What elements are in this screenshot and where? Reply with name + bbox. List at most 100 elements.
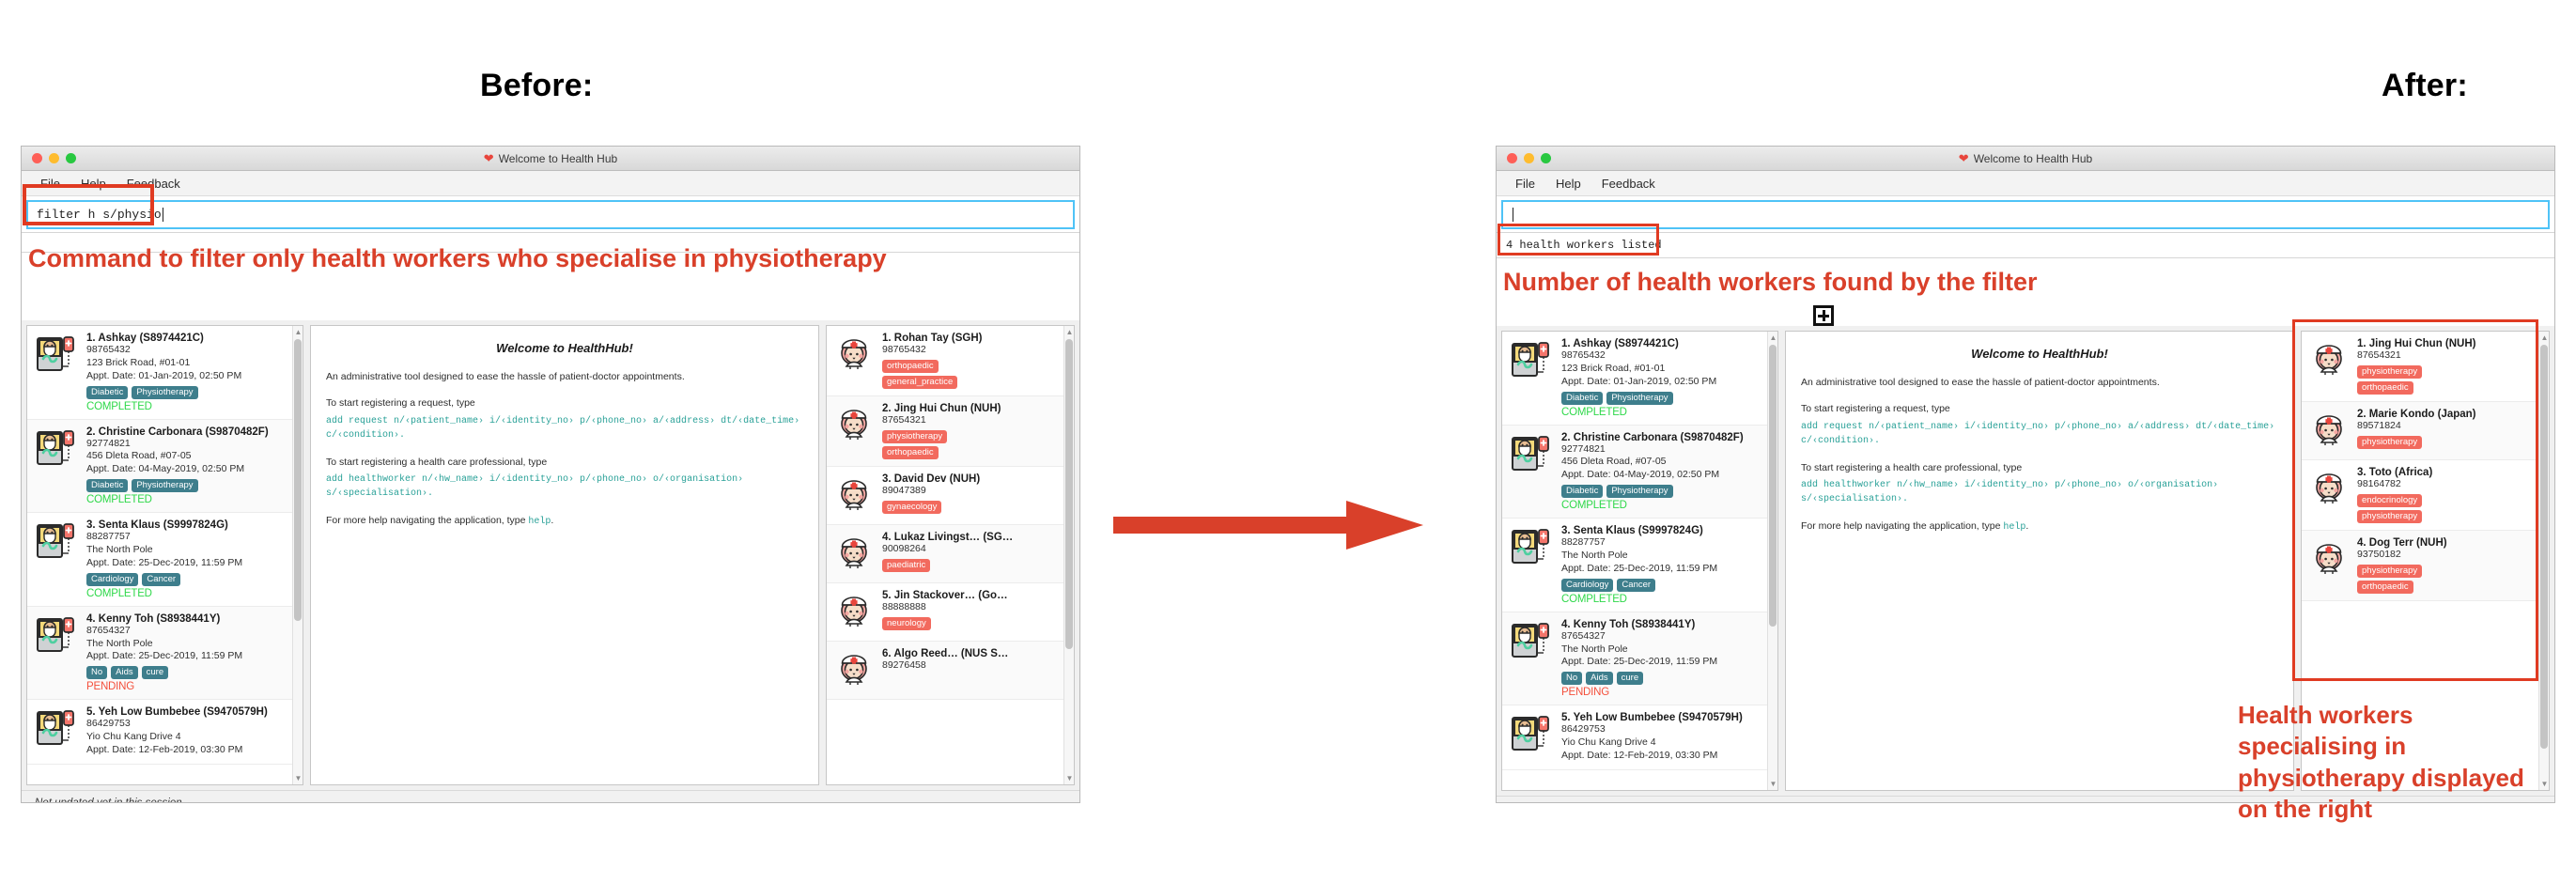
- scroll-up-icon[interactable]: ▲: [1769, 333, 1777, 342]
- menu-help[interactable]: Help: [1556, 177, 1581, 191]
- healthworker-card-body: 5. Jin Stackover… (Go… 88888888 neurology: [882, 590, 1066, 630]
- healthworker-list-scrollbar[interactable]: ▲ ▼: [1063, 326, 1074, 784]
- patient-list-pane[interactable]: 1. Ashkay (S8974421C) 98765432 123 Brick R…: [1501, 331, 1778, 791]
- menu-help[interactable]: Help: [81, 177, 106, 191]
- patient-address: Yio Chu Kang Drive 4: [1561, 736, 1656, 749]
- welcome-worker-lead: To start registering a health care profe…: [326, 456, 548, 468]
- patient-card[interactable]: 4. Kenny Toh (S8938441Y) 87654327 The Nort…: [27, 606, 303, 701]
- condition-tag: Cardiology: [1561, 578, 1614, 592]
- healthworker-card[interactable]: 4. Dog Terr (NUH) 93750182 physiotherapy or…: [2302, 530, 2549, 601]
- healthworker-card[interactable]: 3. David Dev (NUH) 89047389 gynaecology: [827, 466, 1074, 525]
- healthworker-name: 2. Marie Kondo (Japan): [2357, 408, 2476, 420]
- window-title-text: Welcome to Health Hub: [498, 151, 618, 165]
- condition-tag: Diabetic: [86, 479, 129, 493]
- welcome-title: Welcome to HealthHub!: [1971, 347, 2108, 361]
- healthworker-card[interactable]: 3. Toto (Africa) 98164782 endocrinology phy…: [2302, 459, 2549, 531]
- patient-card[interactable]: 1. Ashkay (S8974421C) 98765432 123 Brick R…: [27, 326, 303, 420]
- statusbar: Not updated yet in this session: [22, 790, 1079, 802]
- healthworker-phone: 87654321: [2357, 349, 2401, 361]
- specialisation-tag: paediatric: [882, 558, 931, 572]
- healthworker-card[interactable]: 2. Marie Kondo (Japan) 89571824 physiother…: [2302, 401, 2549, 460]
- patient-appt: Appt. Date: 01-Jan-2019, 02:50 PM: [86, 369, 242, 381]
- scroll-thumb[interactable]: [294, 339, 302, 621]
- appointment-status-badge: COMPLETED: [1561, 406, 1627, 418]
- healthworker-card[interactable]: 1. Rohan Tay (SGH) 98765432 orthopaedic gen…: [827, 326, 1074, 396]
- patient-appt: Appt. Date: 01-Jan-2019, 02:50 PM: [1561, 375, 1717, 387]
- menubar: File Help Feedback: [1497, 171, 2554, 196]
- scroll-thumb[interactable]: [1769, 345, 1777, 627]
- menu-file[interactable]: File: [40, 177, 60, 191]
- patient-card[interactable]: 2. Christine Carbonara (S9870482F) 927748…: [1502, 425, 1777, 519]
- appointment-status-badge: COMPLETED: [86, 400, 152, 412]
- welcome-request-code: add request n/‹patient_name› i/‹identity…: [326, 415, 800, 441]
- patient-card[interactable]: 4. Kenny Toh (S8938441Y) 87654327 The Nort…: [1502, 612, 1777, 706]
- patient-appt: Appt. Date: 25-Dec-2019, 11:59 PM: [1561, 656, 1718, 668]
- scroll-up-icon[interactable]: ▲: [294, 328, 303, 336]
- menu-feedback[interactable]: Feedback: [127, 177, 180, 191]
- appointment-status-badge: COMPLETED: [1561, 500, 1627, 512]
- specialisation-tag: physiotherapy: [2357, 435, 2423, 449]
- patient-name: 3. Senta Klaus (S9997824G): [86, 519, 228, 532]
- titlebar: ❤ Welcome to Health Hub: [22, 147, 1079, 171]
- patient-avatar-icon: [35, 613, 78, 659]
- patient-card-body: 1. Ashkay (S8974421C) 98765432 123 Brick R…: [1561, 338, 1770, 418]
- healthworker-specialisation-tags: paediatric: [882, 558, 1066, 572]
- menu-file[interactable]: File: [1515, 177, 1535, 191]
- patient-address: 456 Dleta Road, #07-05: [1561, 456, 1667, 468]
- welcome-worker-code: add healthworker n/‹hw_name› i/‹identity…: [1801, 480, 2219, 505]
- patient-appt: Appt. Date: 04-May-2019, 02:50 PM: [1561, 469, 1720, 481]
- patient-phone: 98765432: [86, 344, 131, 355]
- welcome-request-lead: To start registering a request, type: [1801, 402, 1950, 414]
- condition-tag: Diabetic: [86, 385, 129, 399]
- command-input[interactable]: filter h s/physio: [26, 200, 1075, 229]
- command-input[interactable]: [1501, 200, 2550, 229]
- scroll-up-icon[interactable]: ▲: [2540, 333, 2549, 342]
- healthworker-card[interactable]: 1. Jing Hui Chun (NUH) 87654321 physiother…: [2302, 332, 2549, 402]
- annotation-after-top: Number of health workers found by the fi…: [1503, 268, 2038, 296]
- patient-card[interactable]: 5. Yeh Low Bumbebee (S9470579H) 86429753 Y…: [1502, 705, 1777, 770]
- healthworker-card-body: 2. Jing Hui Chun (NUH) 87654321 physiother…: [882, 403, 1066, 459]
- welcome-help-tail: .: [2025, 520, 2029, 533]
- appointment-status-badge: PENDING: [1561, 687, 1609, 699]
- after-label: After:: [2382, 68, 2468, 103]
- menu-feedback[interactable]: Feedback: [1602, 177, 1655, 191]
- healthworker-card[interactable]: 4. Lukaz Livingst… (SG… 90098264 paediatri…: [827, 524, 1074, 583]
- patient-list-scrollbar[interactable]: ▲ ▼: [1767, 332, 1777, 790]
- healthworker-name: 4. Dog Terr (NUH): [2357, 536, 2447, 549]
- patient-card-body: 2. Christine Carbonara (S9870482F) 927748…: [86, 426, 295, 506]
- patient-card[interactable]: 3. Senta Klaus (S9997824G) 88287757 The No…: [1502, 519, 1777, 612]
- healthworker-list-pane[interactable]: 1. Rohan Tay (SGH) 98765432 orthopaedic gen…: [826, 325, 1075, 785]
- window-title-group: ❤ Welcome to Health Hub: [22, 152, 1079, 165]
- condition-tag: cure: [1616, 672, 1644, 686]
- condition-tag: Diabetic: [1561, 391, 1604, 405]
- patient-name: 2. Christine Carbonara (S9870482F): [1561, 431, 1744, 443]
- patient-condition-tags: No Aids cure: [86, 666, 295, 680]
- healthworker-card[interactable]: 6. Algo Reed… (NUS S… 89276458: [827, 641, 1074, 700]
- healthworker-card-body: 4. Dog Terr (NUH) 93750182 physiotherapy or…: [2357, 537, 2541, 594]
- scroll-down-icon[interactable]: ▼: [1769, 780, 1777, 788]
- appointment-status-badge: PENDING: [86, 681, 134, 693]
- patient-list-pane[interactable]: 1. Ashkay (S8974421C) 98765432 123 Brick R…: [26, 325, 303, 785]
- patient-appt: Appt. Date: 25-Dec-2019, 11:59 PM: [1561, 562, 1718, 574]
- patient-card[interactable]: 2. Christine Carbonara (S9870482F) 927748…: [27, 419, 303, 514]
- scroll-thumb[interactable]: [1065, 339, 1073, 649]
- scroll-down-icon[interactable]: ▼: [1065, 774, 1074, 782]
- scroll-up-icon[interactable]: ▲: [1065, 328, 1074, 336]
- heart-icon: ❤: [483, 151, 494, 165]
- patient-list-scrollbar[interactable]: ▲ ▼: [292, 326, 303, 784]
- welcome-help-tail: .: [551, 515, 554, 527]
- patient-phone: 86429753: [1561, 723, 1606, 736]
- patient-card[interactable]: 3. Senta Klaus (S9997824G) 88287757 The No…: [27, 513, 303, 607]
- scroll-down-icon[interactable]: ▼: [294, 774, 303, 782]
- welcome-content: Welcome to HealthHub! An administrative …: [311, 326, 818, 784]
- healthworker-card[interactable]: 2. Jing Hui Chun (NUH) 87654321 physiother…: [827, 395, 1074, 467]
- healthworker-phone: 93750182: [2357, 548, 2401, 560]
- patient-address: Yio Chu Kang Drive 4: [86, 731, 181, 743]
- appointment-status-badge: COMPLETED: [86, 494, 152, 506]
- healthworker-specialisation-tags: orthopaedic general_practice: [882, 359, 1066, 389]
- patient-card[interactable]: 1. Ashkay (S8974421C) 98765432 123 Brick R…: [1502, 332, 1777, 426]
- healthworker-card[interactable]: 5. Jin Stackover… (Go… 88888888 neurology: [827, 582, 1074, 642]
- scroll-thumb[interactable]: [2540, 345, 2548, 749]
- patient-card[interactable]: 5. Yeh Low Bumbebee (S9470579H) 86429753 Y…: [27, 700, 303, 765]
